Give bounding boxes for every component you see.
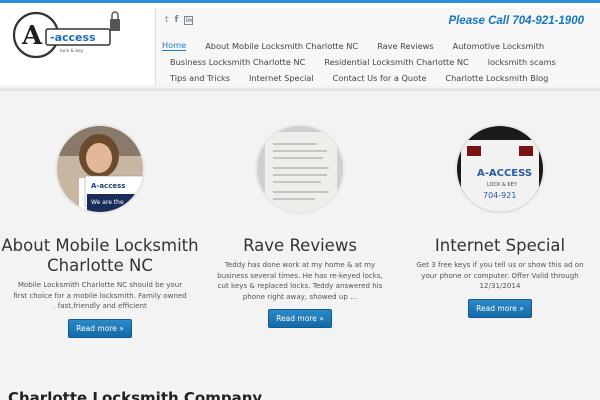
reviews-title: Rave Reviews — [243, 236, 357, 255]
header-divider — [0, 88, 600, 91]
site-logo[interactable]: A -access lock & key — [12, 9, 126, 61]
feature-about: A-access We are the About Mobile Locksmi… — [0, 126, 200, 338]
section-heading: Charlotte Locksmith Company — [8, 389, 263, 400]
main-menu-row-1: Home About Mobile Locksmith Charlotte NC… — [162, 38, 563, 53]
menu-item-business[interactable]: Business Locksmith Charlotte NC — [170, 57, 305, 67]
svg-text:A: A — [21, 21, 43, 51]
menu-item-contact[interactable]: Contact Us for a Quote — [333, 73, 427, 83]
reviews-photo[interactable] — [257, 126, 343, 212]
twitter-icon[interactable]: t — [165, 15, 169, 25]
menu-item-about[interactable]: About Mobile Locksmith Charlotte NC — [205, 41, 358, 51]
svg-text:-access: -access — [50, 31, 96, 44]
svg-text:We are the: We are the — [91, 199, 124, 206]
menu-item-home[interactable]: Home — [162, 40, 187, 51]
feature-internet-special: A-ACCESS LOCK & KEY 704-921 Internet Spe… — [400, 126, 600, 318]
about-title: About Mobile Locksmith Charlotte NC — [1, 236, 199, 275]
reviews-text: Teddy has done work at my home & at my b… — [217, 260, 383, 301]
menu-item-automotive[interactable]: Automotive Locksmith — [453, 41, 545, 51]
facebook-icon[interactable]: f — [175, 15, 179, 25]
linkedin-icon[interactable]: in — [184, 15, 194, 25]
site-header: A -access lock & key t f in Please Call … — [0, 3, 600, 86]
main-menu-row-2: Business Locksmith Charlotte NC Resident… — [170, 54, 575, 69]
menu-item-scams[interactable]: locksmith scams — [488, 57, 556, 67]
menu-item-internet-special[interactable]: Internet Special — [249, 73, 314, 83]
internet-special-title: Internet Special — [434, 236, 566, 255]
internet-special-text: Get 3 free keys if you tell us or show t… — [416, 260, 584, 290]
menu-item-tips[interactable]: Tips and Tricks — [170, 73, 230, 83]
menu-item-rave-reviews[interactable]: Rave Reviews — [377, 41, 434, 51]
menu-item-residential[interactable]: Residential Locksmith Charlotte NC — [324, 57, 468, 67]
phone-number: Please Call 704-921-1900 — [448, 15, 584, 27]
about-read-more-button[interactable]: Read more » — [68, 318, 132, 338]
svg-text:A-access: A-access — [91, 182, 125, 190]
svg-text:704-921: 704-921 — [483, 191, 516, 200]
van-photo[interactable]: A-ACCESS LOCK & KEY 704-921 — [457, 126, 543, 212]
about-photo[interactable]: A-access We are the — [57, 126, 143, 212]
main-menu-row-3: Tips and Tricks Internet Special Contact… — [170, 70, 567, 85]
svg-text:A-ACCESS: A-ACCESS — [477, 168, 532, 179]
internet-special-read-more-button[interactable]: Read more » — [468, 298, 532, 318]
about-text: Mobile Locksmith Charlotte NC should be … — [13, 280, 187, 310]
navigation-panel: t f in Please Call 704-921-1900 Home Abo… — [155, 8, 600, 86]
svg-text:LOCK & KEY: LOCK & KEY — [487, 182, 518, 188]
svg-text:lock & key: lock & key — [60, 48, 84, 54]
menu-item-blog[interactable]: Charlotte Locksmith Blog — [445, 73, 548, 83]
feature-reviews: Rave Reviews Teddy has done work at my h… — [200, 126, 400, 328]
social-links: t f in — [165, 15, 194, 25]
reviews-read-more-button[interactable]: Read more » — [268, 309, 332, 328]
